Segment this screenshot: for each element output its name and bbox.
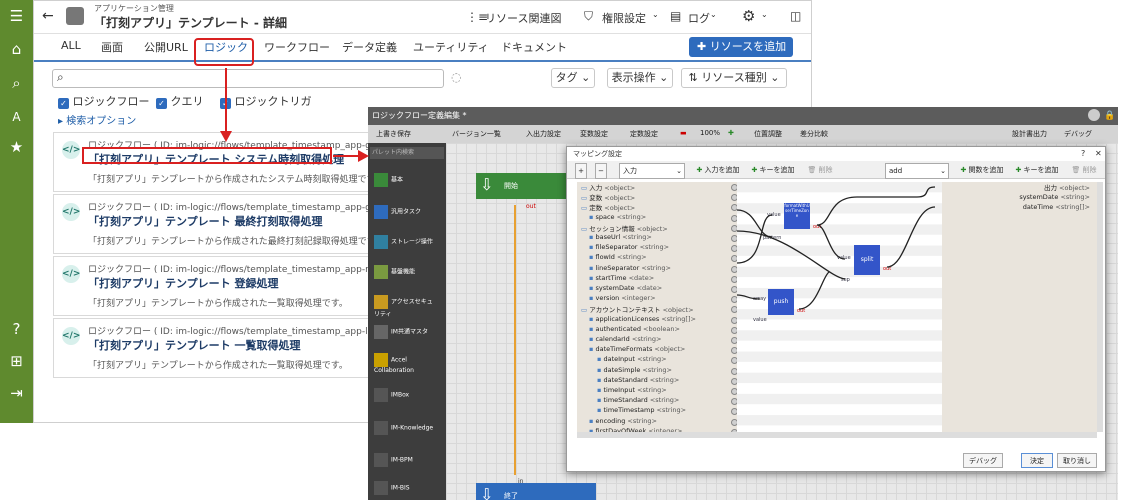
red-arrowhead-down xyxy=(220,131,232,142)
mapping-settings-dialog: マッピング設定 ? ✕ + − 入力 ⌄ ✚ 入力を追加 ✚ キーを追加 🗑 削除… xyxy=(566,146,1106,472)
mapping-line xyxy=(886,206,936,268)
cancel-button[interactable]: 取り消し xyxy=(1057,453,1097,468)
ok-button[interactable]: 決定 xyxy=(1021,453,1053,468)
mapping-line xyxy=(816,224,846,260)
mapping-line xyxy=(816,186,936,226)
red-arrowhead-right xyxy=(358,150,369,162)
horizontal-scrollbar[interactable] xyxy=(577,432,1097,438)
mapping-connections xyxy=(736,186,936,310)
mapping-line xyxy=(798,271,830,310)
vertical-scrollbar[interactable] xyxy=(1097,182,1103,432)
debug-dialog-button[interactable]: デバッグ xyxy=(963,453,1003,468)
mapping-line xyxy=(736,294,761,300)
mapping-line xyxy=(736,214,773,264)
